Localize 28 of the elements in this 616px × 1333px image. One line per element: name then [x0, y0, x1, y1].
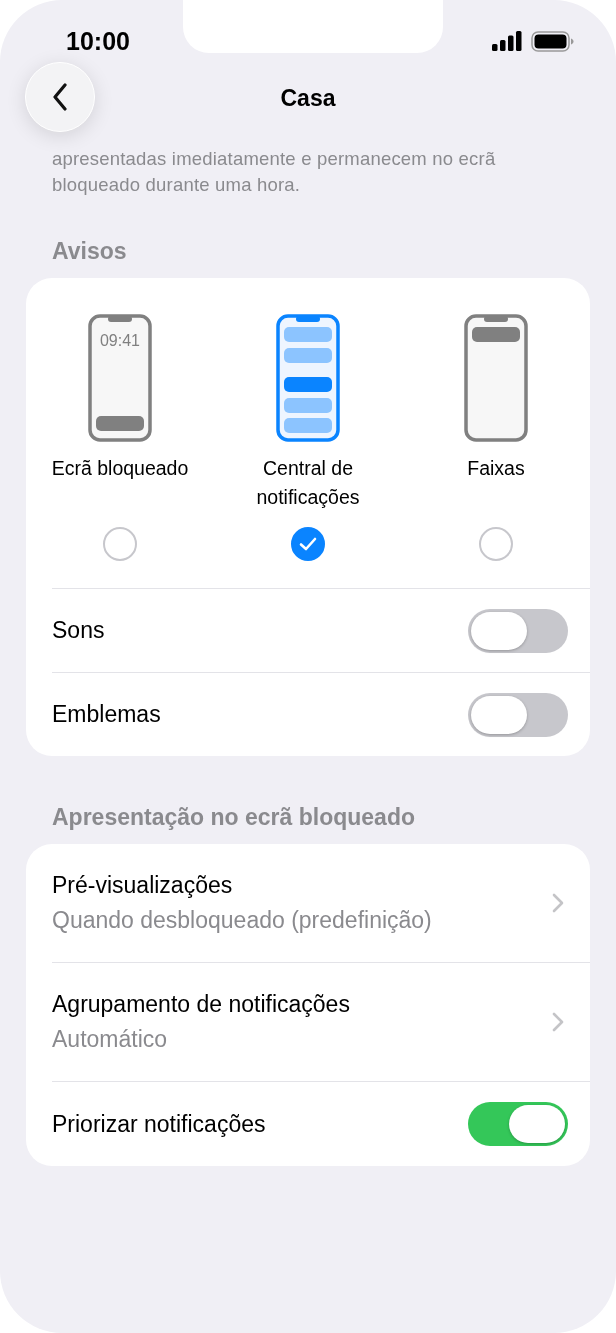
section-header: Apresentação no ecrã bloqueado: [52, 804, 416, 832]
option-label: Ecrã bloqueado: [51, 456, 189, 481]
battery-icon: [531, 30, 574, 52]
chevron-left-icon: [52, 83, 68, 111]
toggle-switch[interactable]: [468, 692, 568, 737]
setting-label: Priorizar notificações: [52, 1110, 266, 1138]
toggle-switch[interactable]: [468, 1102, 568, 1146]
chevron-right-icon[interactable]: [552, 893, 564, 913]
setting-label[interactable]: Pré-visualizações: [52, 872, 432, 899]
setting-value: Quando desbloqueado (predefinição): [52, 907, 432, 934]
setting-label: Sons: [52, 617, 105, 644]
setting-value: Automático: [52, 1026, 169, 1053]
signal-icon: [492, 31, 523, 51]
radio-button[interactable]: [479, 527, 513, 561]
toggle-switch[interactable]: [468, 608, 568, 653]
setting-label[interactable]: Agrupamento de notificações: [52, 991, 350, 1018]
radio-button[interactable]: [103, 527, 137, 561]
section-header: Avisos: [52, 238, 128, 266]
option-label: Faixas: [467, 456, 525, 481]
screen-title: Casa: [280, 84, 336, 112]
clock-text: 09:41: [100, 332, 140, 349]
chevron-right-icon[interactable]: [552, 1012, 564, 1032]
option-label: Central de notificações: [255, 456, 361, 510]
radio-button[interactable]: [291, 527, 325, 561]
description-text: apresentadas imediatamente e permanecem no ecrã bloqueado durante uma hora.: [52, 147, 497, 197]
setting-label: Emblemas: [52, 701, 161, 728]
checkmark-icon: [299, 537, 317, 551]
status-time: 10:00: [66, 26, 130, 56]
